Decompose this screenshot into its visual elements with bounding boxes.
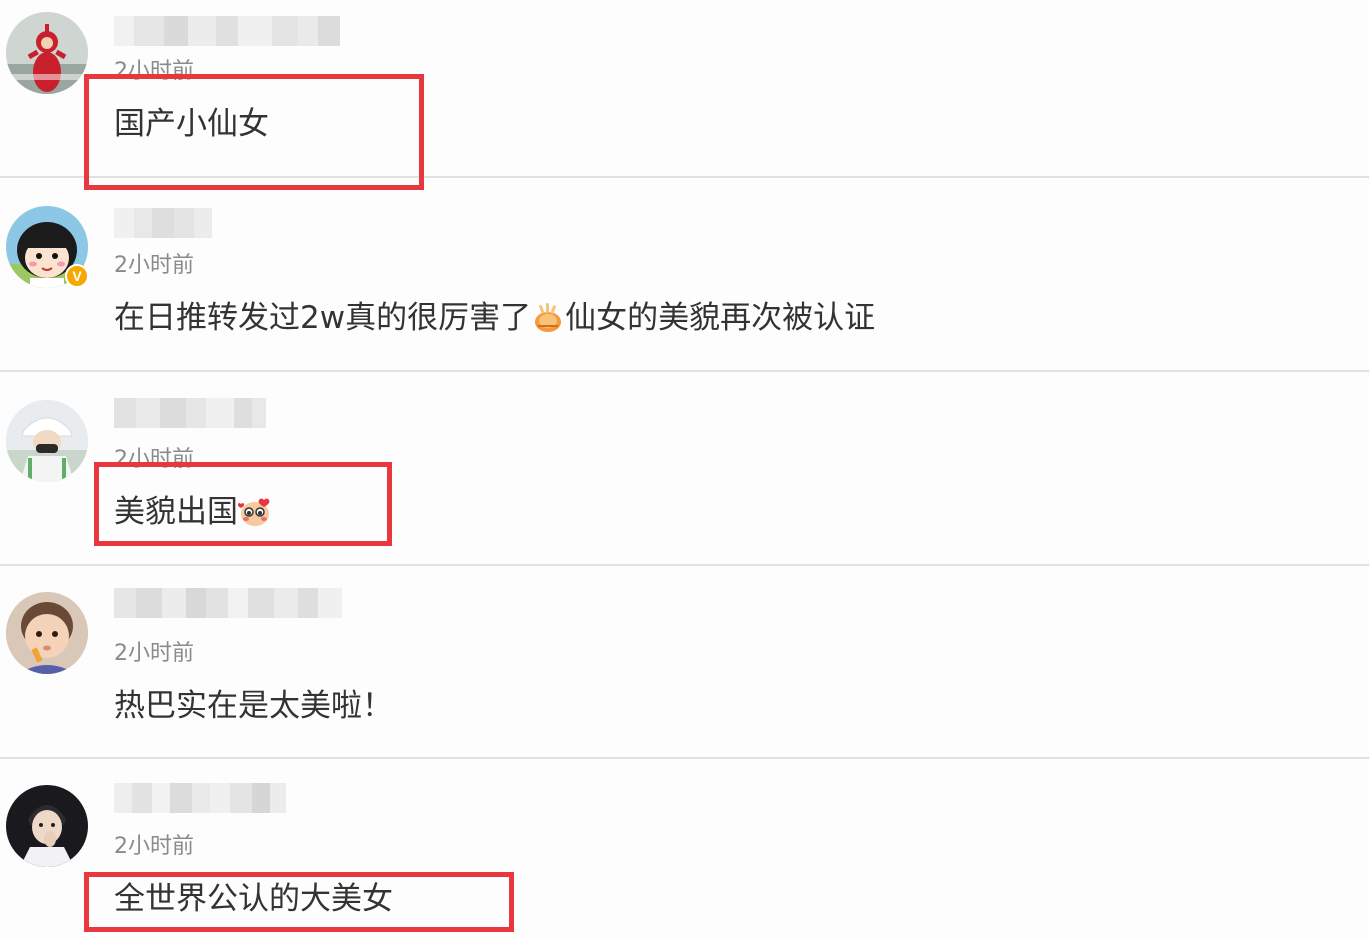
username-blurred[interactable] — [114, 16, 340, 46]
comment-timestamp: 2小时前 — [114, 59, 194, 84]
comment-timestamp: 2小时前 — [114, 447, 194, 472]
young-man-avatar-image — [6, 785, 88, 867]
blushing-cartoon-icon — [238, 498, 270, 526]
username-blurred[interactable] — [114, 398, 266, 428]
avatar[interactable] — [6, 400, 88, 482]
comment-text-content-continued: 仙女的美貌再次被认证 — [565, 300, 876, 336]
person-white-hat-avatar-image — [6, 400, 88, 482]
comment-text-content: 热巴实在是太美啦！ — [114, 688, 393, 724]
comment-timestamp: 2小时前 — [114, 253, 194, 278]
comment-timestamp: 2小时前 — [114, 834, 194, 859]
teletubby-avatar-image — [6, 12, 88, 94]
comment-text: 美貌出国 — [114, 492, 272, 532]
comment-text: 国产小仙女 — [114, 104, 269, 144]
comment-timestamp: 2小时前 — [114, 641, 194, 666]
comment-text: 全世界公认的大美女 — [114, 879, 393, 919]
comment-text-content: 美貌出国 — [114, 494, 238, 530]
comment-text: 热巴实在是太美啦！ — [114, 686, 393, 726]
comment-text-content: 国产小仙女 — [114, 106, 269, 142]
username-blurred[interactable] — [114, 588, 342, 618]
clapping-hands-icon — [535, 303, 562, 332]
comment-item[interactable]: 2小时前 国产小仙女 — [0, 0, 1369, 178]
verified-badge-icon: V — [65, 264, 89, 288]
username-blurred[interactable] — [114, 208, 212, 238]
comment-item[interactable]: 2小时前 热巴实在是太美啦！ — [0, 566, 1369, 759]
avatar[interactable] — [6, 785, 88, 867]
comment-item[interactable]: V 2小时前 在日推转发过2w真的很厉害了 仙女的美貌再次被认证 — [0, 178, 1369, 372]
comment-item[interactable]: 2小时前 全世界公认的大美女 — [0, 759, 1369, 938]
comment-text: 在日推转发过2w真的很厉害了 仙女的美貌再次被认证 — [114, 298, 875, 338]
comment-text-content: 全世界公认的大美女 — [114, 881, 393, 917]
comment-text-content: 在日推转发过2w真的很厉害了 — [114, 300, 532, 336]
avatar[interactable] — [6, 12, 88, 94]
comment-item[interactable]: 2小时前 美貌出国 — [0, 372, 1369, 566]
username-blurred[interactable] — [114, 783, 286, 813]
avatar[interactable] — [6, 592, 88, 674]
baby-avatar-image — [6, 592, 88, 674]
